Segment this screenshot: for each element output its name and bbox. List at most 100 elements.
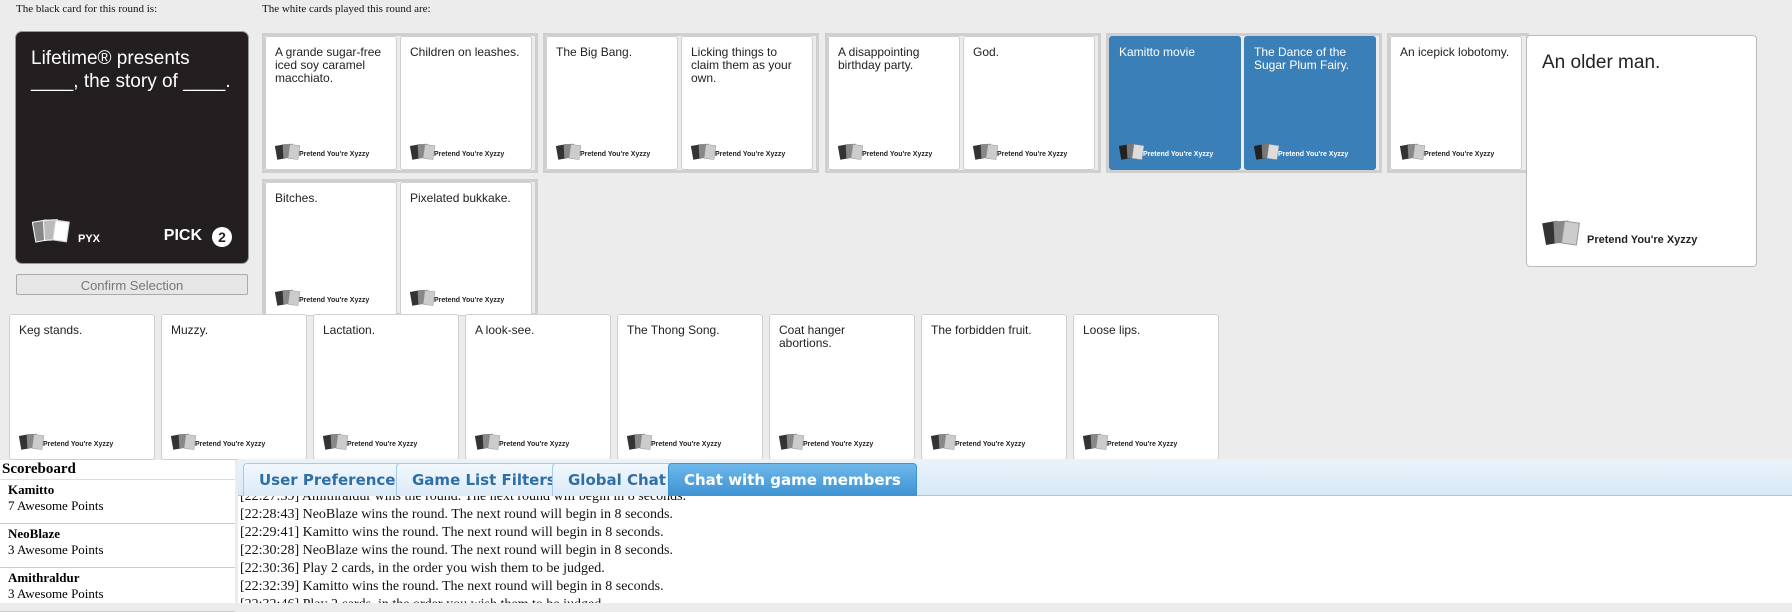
played-card[interactable]: A disappointing birthday party. Pretend Y…: [828, 36, 960, 170]
card-footer-label: Pretend You're Xyzzy: [862, 151, 933, 158]
card-text: Muzzy.: [171, 323, 209, 337]
hand-card[interactable]: A look-see. Pretend You're Xyzzy: [465, 314, 611, 460]
played-card[interactable]: Licking things to claim them as your own…: [681, 36, 813, 170]
card-footer-label: Pretend You're Xyzzy: [1424, 151, 1495, 158]
card-footer-label: Pretend You're Xyzzy: [195, 441, 266, 448]
chat-message: [22:27:39] Amithraldur wins the round. T…: [240, 496, 687, 504]
card-footer-label: Pretend You're Xyzzy: [43, 441, 114, 448]
player-points: 3 Awesome Points: [8, 542, 104, 557]
played-card[interactable]: God. Pretend You're Xyzzy: [963, 36, 1095, 170]
hand-card[interactable]: The forbidden fruit. Pretend You're Xyzzy: [921, 314, 1067, 460]
card-text: God.: [973, 45, 1000, 59]
card-text: Keg stands.: [19, 323, 83, 337]
hand-card[interactable]: Muzzy. Pretend You're Xyzzy: [161, 314, 307, 460]
tab-bar: User Preferences Game List Filters Globa…: [238, 459, 1792, 496]
enlarged-card-text: An older man.: [1542, 52, 1661, 73]
card-footer-label: Pretend You're Xyzzy: [347, 441, 418, 448]
card-text: Pixelated bukkake.: [410, 191, 511, 205]
hand-card[interactable]: Coat hanger abortions. Pretend You're Xyz…: [769, 314, 915, 460]
card-text: Loose lips.: [1083, 323, 1141, 337]
card-footer-label: Pretend You're Xyzzy: [1107, 441, 1178, 448]
card-footer-label: Pretend You're Xyzzy: [1278, 151, 1349, 158]
tab-user-preferences[interactable]: User Preferences: [243, 463, 421, 496]
played-card[interactable]: Bitches. Pretend You're Xyzzy: [265, 182, 397, 316]
card-text: The forbidden fruit.: [931, 323, 1032, 337]
player-points: 3 Awesome Points: [8, 586, 104, 601]
scoreboard-row: Kamitto 7 Awesome Points: [0, 480, 235, 524]
card-text: A disappointing birthday party.: [838, 45, 920, 72]
card-text: Coat hanger abortions.: [779, 323, 846, 350]
card-text: The Dance of the Sugar Plum Fairy.: [1254, 45, 1350, 72]
player-name: NeoBlaze: [8, 526, 60, 541]
card-text: Children on leashes.: [410, 45, 520, 59]
card-footer-label: Pretend You're Xyzzy: [580, 151, 651, 158]
tab-chat-with-game-members[interactable]: Chat with game members: [668, 463, 917, 496]
card-footer-label: Pretend You're Xyzzy: [1143, 151, 1214, 158]
card-text: The Thong Song.: [627, 323, 720, 337]
player-name: Kamitto: [8, 482, 55, 497]
card-text: An icepick lobotomy.: [1400, 45, 1510, 59]
tab-game-list-filters[interactable]: Game List Filters: [396, 463, 572, 496]
hand-card[interactable]: Lactation. Pretend You're Xyzzy: [313, 314, 459, 460]
played-card[interactable]: The Dance of the Sugar Plum Fairy. Preten…: [1244, 36, 1376, 170]
pyx-logo-icon: [32, 217, 74, 245]
chat-message: [22:30:36] Play 2 cards, in the order yo…: [240, 561, 605, 576]
chat-message: [22:32:46] Play 2 cards, in the order yo…: [240, 596, 686, 603]
chat-message: [22:28:43] NeoBlaze wins the round. The …: [240, 507, 673, 522]
card-footer-label: Pretend You're Xyzzy: [715, 151, 786, 158]
played-card-group[interactable]: Bitches. Pretend You're Xyzzy Pixelated bu…: [262, 179, 538, 316]
chat-message: [22:32:39] Kamitto wins the round. The n…: [240, 579, 664, 594]
card-footer-label: Pretend You're Xyzzy: [299, 151, 370, 158]
card-footer-label: Pretend You're Xyzzy: [434, 297, 505, 304]
chat-log[interactable]: [22:27:39] Amithraldur wins the round. T…: [238, 496, 1792, 603]
chat-message: [22:30:28] NeoBlaze wins the round. The …: [240, 543, 673, 558]
card-footer-label: Pretend You're Xyzzy: [499, 441, 570, 448]
card-text: Kamitto movie: [1119, 45, 1196, 59]
card-footer-label: Pretend You're Xyzzy: [955, 441, 1026, 448]
scoreboard-title: Scoreboard: [0, 460, 235, 480]
card-footer-label: Pretend You're Xyzzy: [299, 297, 370, 304]
player-name: Amithraldur: [8, 570, 80, 585]
black-card-caption: The black card for this round is:: [16, 3, 158, 15]
card-footer-label: Pretend You're Xyzzy: [803, 441, 874, 448]
enlarged-card-footer: Pretend You're Xyzzy: [1587, 234, 1698, 246]
tab-global-chat[interactable]: Global Chat: [552, 463, 682, 496]
scoreboard: Scoreboard Kamitto 7 Awesome Points NeoB…: [0, 460, 235, 612]
played-card-group[interactable]: An icepick lobotomy. Pretend You're Xyzzy: [1387, 33, 1529, 173]
hand-card[interactable]: The Thong Song. Pretend You're Xyzzy: [617, 314, 763, 460]
hand-card[interactable]: Loose lips. Pretend You're Xyzzy: [1073, 314, 1219, 460]
card-logo-icon: [1542, 218, 1584, 248]
played-card[interactable]: Pixelated bukkake. Pretend You're Xyzzy: [400, 182, 532, 316]
card-text: The Big Bang.: [556, 45, 633, 59]
played-card[interactable]: A grande sugar-free iced soy caramel mac…: [265, 36, 397, 170]
card-text: A grande sugar-free iced soy caramel mac…: [275, 45, 382, 85]
played-card[interactable]: The Big Bang. Pretend You're Xyzzy: [546, 36, 678, 170]
played-card[interactable]: Children on leashes. Pretend You're Xyzzy: [400, 36, 532, 170]
card-text: A look-see.: [475, 323, 535, 337]
played-card-group[interactable]: A disappointing birthday party. Pretend Y…: [825, 33, 1101, 173]
scoreboard-row: NeoBlaze 3 Awesome Points: [0, 524, 235, 568]
played-card[interactable]: Kamitto movie Pretend You're Xyzzy: [1109, 36, 1241, 170]
scoreboard-row: Amithraldur 3 Awesome Points: [0, 568, 235, 612]
played-card-group[interactable]: Kamitto movie Pretend You're Xyzzy The Dan…: [1106, 33, 1382, 173]
black-card-text: Lifetime® presents ____, the story of __…: [31, 48, 231, 92]
player-points: 7 Awesome Points: [8, 498, 104, 513]
pyx-label: PYX: [78, 233, 101, 245]
confirm-selection-button[interactable]: Confirm Selection: [16, 274, 248, 295]
played-card-group[interactable]: A grande sugar-free iced soy caramel mac…: [262, 33, 538, 173]
played-card-group[interactable]: The Big Bang. Pretend You're Xyzzy Licking…: [543, 33, 819, 173]
card-text: Licking things to claim them as your own…: [691, 45, 792, 85]
card-footer-label: Pretend You're Xyzzy: [997, 151, 1068, 158]
black-card: Lifetime® presents ____, the story of __…: [16, 32, 248, 263]
card-footer-label: Pretend You're Xyzzy: [651, 441, 722, 448]
card-text: Bitches.: [275, 191, 318, 205]
played-card[interactable]: An icepick lobotomy. Pretend You're Xyzzy: [1390, 36, 1522, 170]
chat-message: [22:29:41] Kamitto wins the round. The n…: [240, 525, 664, 540]
white-cards-caption: The white cards played this round are:: [262, 3, 431, 15]
card-text: Lactation.: [323, 323, 376, 337]
hand-card[interactable]: Keg stands. Pretend You're Xyzzy: [9, 314, 155, 460]
pick-label: PICK: [163, 227, 202, 244]
card-footer-label: Pretend You're Xyzzy: [434, 151, 505, 158]
pick-count-badge: 2: [212, 227, 232, 247]
enlarged-card: An older man. Pretend You're Xyzzy: [1526, 35, 1757, 267]
